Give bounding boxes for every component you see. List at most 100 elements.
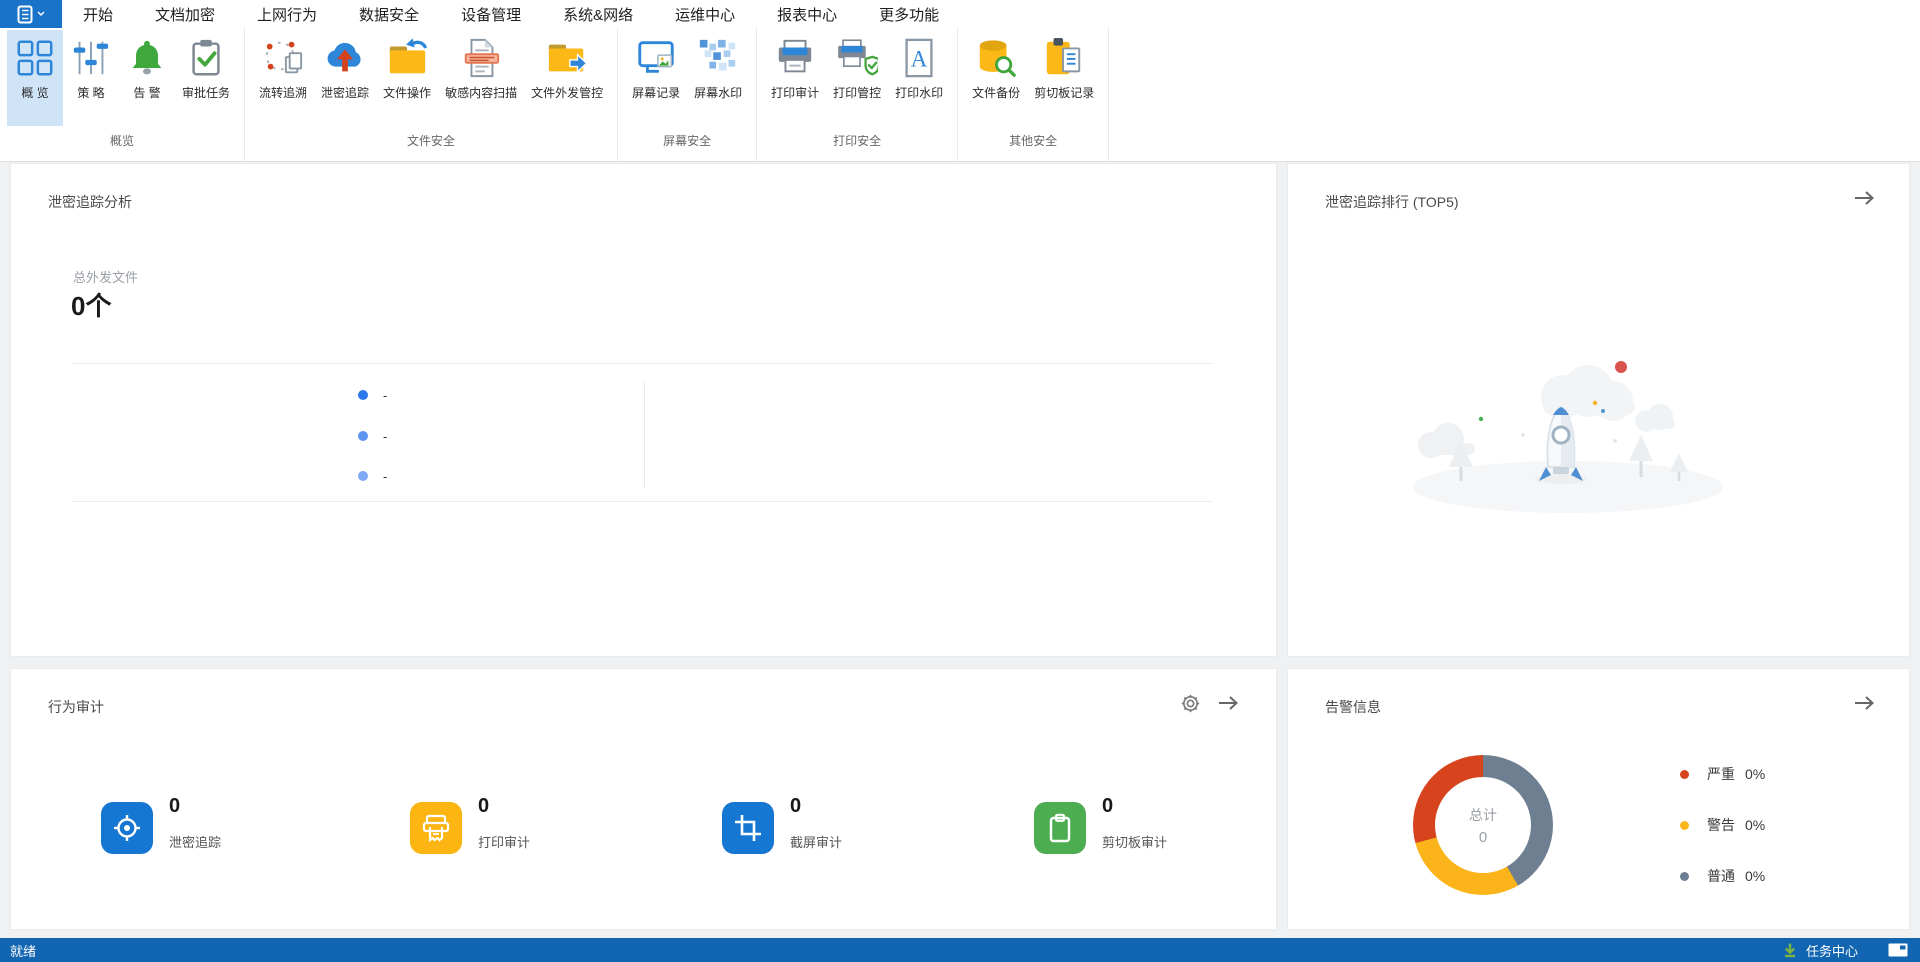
list-item: - (358, 387, 387, 403)
app-menu-button[interactable] (0, 0, 62, 28)
ribbon-group-file-security: 流转追溯 泄密追踪 文件操作 敏感内容扫描 文件外发管控 文件安全 (245, 28, 619, 161)
donut-total-label: 总计 (1469, 806, 1497, 823)
ribbon-group-other-security: 文件备份 剪切板记录 其他安全 (958, 28, 1110, 161)
ribbon-group-label-screen-security: 屏幕安全 (663, 134, 712, 148)
ribbon-item-overview[interactable]: 概 览 (7, 30, 63, 126)
tab-device-management[interactable]: 设备管理 (460, 1, 522, 28)
ribbon-item-print-audit[interactable]: 打印审计 (764, 30, 826, 126)
tab-system-network[interactable]: 系统&网络 (562, 1, 634, 28)
ribbon-tab-bar: 开始 文档加密 上网行为 数据安全 设备管理 系统&网络 运维中心 报表中心 更… (0, 0, 1920, 31)
list-item-value: - (383, 468, 388, 484)
empty-state-illustration (1403, 349, 1733, 519)
sliders-icon (70, 34, 112, 82)
legend-dot (1680, 769, 1689, 779)
task-center-button[interactable]: 任务中心 (1806, 941, 1858, 960)
stat-card-clipboard-audit: 0 剪切板审计 (1034, 793, 1167, 854)
status-ready-text: 就绪 (10, 943, 37, 959)
legend-value: 0% (1745, 868, 1766, 884)
stat-card-screenshot-audit: 0 截屏审计 (722, 793, 842, 854)
ribbon-group-print-security: 打印审计 打印管控 A 打印水印 打印安全 (757, 28, 959, 161)
ribbon-item-label: 打印水印 (895, 86, 944, 100)
list-item-value: - (383, 387, 388, 403)
arrow-right-icon[interactable] (1853, 693, 1875, 718)
monitor-record-icon (635, 34, 677, 82)
ribbon-item-file-outgoing-control[interactable]: 文件外发管控 (524, 30, 610, 126)
leak-trace-analysis-panel: 泄密追踪分析 总外发文件 0个 - - - (10, 163, 1277, 657)
ribbon-item-approval-tasks[interactable]: 审批任务 (175, 30, 237, 126)
ribbon-item-leak-trace[interactable]: 泄密追踪 (314, 30, 376, 126)
stat-label: 剪切板审计 (1102, 835, 1168, 850)
tab-web-behavior[interactable]: 上网行为 (256, 1, 318, 28)
stat-value: 0 (1102, 795, 1114, 817)
bullet-dot (358, 431, 368, 441)
cloud-upload-icon (324, 34, 366, 82)
ribbon-item-flow-trace[interactable]: 流转追溯 (252, 30, 314, 126)
legend-value: 0% (1745, 817, 1766, 833)
arrow-right-icon[interactable] (1853, 188, 1875, 213)
legend-label: 警告 (1707, 817, 1735, 833)
tab-data-security[interactable]: 数据安全 (356, 1, 423, 31)
ribbon-item-file-backup[interactable]: 文件备份 (965, 30, 1027, 126)
ribbon-item-label: 屏幕水印 (694, 86, 743, 100)
divider (73, 363, 1213, 364)
stat-card-leak-trace: 0 泄密追踪 (101, 793, 221, 854)
folder-return-icon (386, 34, 428, 82)
printer-icon (774, 34, 816, 82)
stat-label: 打印审计 (478, 835, 531, 850)
ribbon-item-label: 策 略 (77, 86, 105, 100)
ribbon-item-label: 文件操作 (383, 86, 432, 100)
tab-more-features[interactable]: 更多功能 (878, 1, 940, 28)
ribbon-item-screen-watermark[interactable]: 屏幕水印 (687, 30, 749, 126)
clipboard-check-icon (185, 34, 227, 82)
ribbon-item-print-control[interactable]: 打印管控 (826, 30, 888, 126)
ribbon-item-label: 文件备份 (972, 86, 1021, 100)
stat-value: 0 (478, 795, 490, 817)
stat-label: 截屏审计 (790, 835, 843, 850)
download-arrow-icon (1784, 943, 1796, 958)
app-menu-icon (17, 5, 33, 23)
donut-center: 总计 0 (1435, 777, 1531, 873)
ribbon-item-file-operations[interactable]: 文件操作 (376, 30, 438, 126)
tab-report-center[interactable]: 报表中心 (776, 1, 838, 28)
ribbon-item-label: 泄密追踪 (321, 86, 370, 100)
ribbon-item-screen-record[interactable]: 屏幕记录 (625, 30, 687, 126)
stat-value: 0 (790, 795, 802, 817)
panel-title: 泄密追踪排行 (TOP5) (1325, 194, 1459, 210)
alert-info-panel: 告警信息 总计 0 严重 0% 警告 0% 普通 0% (1287, 668, 1910, 930)
ribbon-item-policy[interactable]: 策 略 (63, 30, 119, 126)
ribbon-item-clipboard-record[interactable]: 剪切板记录 (1027, 30, 1101, 126)
ribbon-item-label: 概 览 (21, 86, 49, 100)
list-item: - (358, 428, 387, 444)
crop-icon (722, 802, 774, 854)
ribbon-item-label: 剪切板记录 (1034, 86, 1095, 100)
ribbon-item-sensitive-content-scan[interactable]: 敏感内容扫描 (438, 30, 524, 126)
database-search-icon (975, 34, 1017, 82)
gear-icon[interactable] (1181, 694, 1200, 718)
chevron-down-icon (37, 11, 45, 16)
task-panel-icon[interactable] (1888, 943, 1908, 957)
legend-dot (1680, 871, 1689, 881)
legend-item-critical: 严重 0% (1680, 764, 1765, 784)
ribbon-item-print-watermark[interactable]: A 打印水印 (888, 30, 950, 126)
legend-value: 0% (1745, 766, 1766, 782)
ribbon-group-overview: 概 览 策 略 告 警 审批任务 概览 (0, 28, 246, 161)
tab-ops-center[interactable]: 运维中心 (674, 1, 736, 28)
document-scan-icon (460, 34, 502, 82)
stat-value: 0 (169, 795, 181, 817)
bullet-dot (358, 471, 368, 481)
ribbon-item-label: 屏幕记录 (632, 86, 681, 100)
printer-shield-icon (836, 34, 879, 82)
ribbon-item-alerts[interactable]: 告 警 (119, 30, 175, 126)
tab-doc-encryption[interactable]: 文档加密 (154, 1, 216, 28)
bullet-dot (358, 390, 368, 400)
tab-home[interactable]: 开始 (82, 1, 114, 28)
panel-title: 行为审计 (48, 699, 104, 715)
pixel-watermark-icon (697, 34, 739, 82)
ribbon-group-label-file-security: 文件安全 (407, 134, 456, 148)
ribbon-item-label: 流转追溯 (259, 86, 308, 100)
panel-title: 告警信息 (1325, 699, 1381, 715)
arrow-right-icon[interactable] (1217, 693, 1239, 718)
ribbon-item-label: 告 警 (133, 86, 161, 100)
ribbon-group-label-overview: 概览 (110, 134, 135, 148)
alert-donut: 总计 0 (1413, 755, 1553, 895)
